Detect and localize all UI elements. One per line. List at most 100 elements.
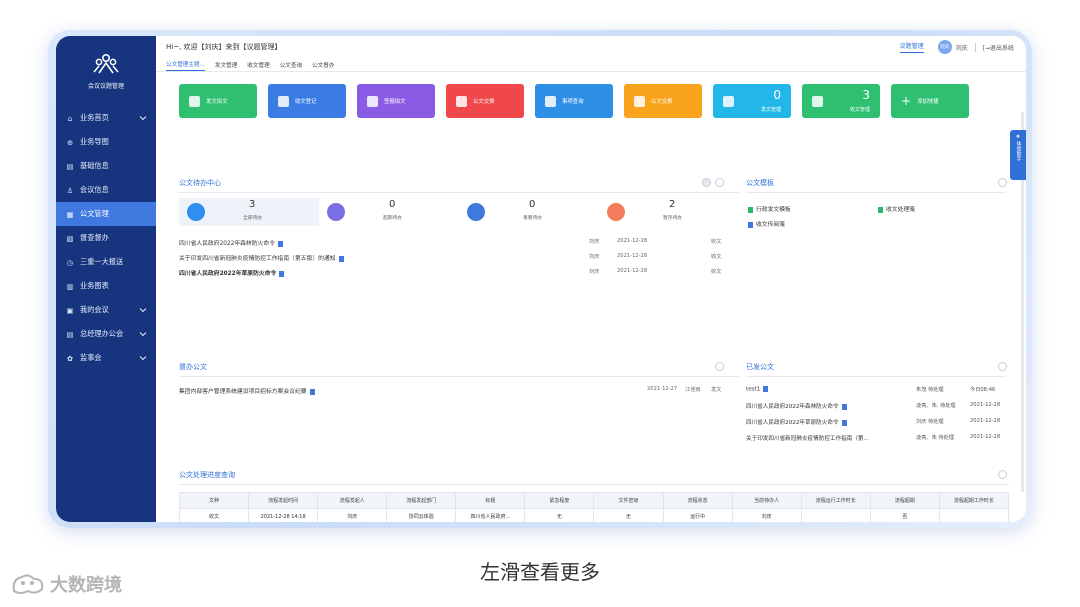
pending-stat[interactable]: 2 暂存待办	[599, 198, 739, 226]
more-icon[interactable]	[715, 362, 724, 371]
tab[interactable]: 公文督办	[312, 61, 334, 71]
stat-count: 3	[249, 199, 256, 210]
sidebar-item[interactable]: ♙ 会议信息	[56, 178, 156, 202]
avatar[interactable]: 刘庆	[937, 40, 952, 54]
doc-title-text: 关于印发四川省新冠肺炎疫情防控工作指南（第...	[746, 436, 869, 442]
doc-icon	[748, 206, 753, 213]
quick-action-button[interactable]: 事项查询	[535, 84, 613, 118]
sidebar-item[interactable]: ▤ 总经理办公会	[56, 322, 156, 346]
table-cell: 2021-12-28 14:18	[248, 508, 319, 522]
sidebar-item[interactable]: ▦ 公文管理	[56, 202, 156, 226]
watermark-text: 大数跨境	[50, 575, 122, 596]
list-item[interactable]: test1 朱茂 待处理 今日08:46	[746, 386, 1002, 396]
doc-date: 2021-12-28	[617, 253, 648, 259]
assistant-tab[interactable]: ❖ 体验助手	[1010, 130, 1026, 180]
sidebar-item-label: 总经理办公会	[80, 329, 124, 338]
sidebar-item[interactable]: ⊕ 业务导图	[56, 130, 156, 154]
doc-user: 刘庆	[589, 269, 600, 275]
pending-stat[interactable]: 0 重要待办	[459, 198, 599, 226]
list-item[interactable]: 集团内部客户管理系统建设项目招标方案会议纪要 2021-12-27 江佳雨 发文	[179, 386, 739, 396]
map-icon: ⊕	[66, 137, 74, 147]
chevron-down-icon	[139, 354, 147, 362]
supervise-icon: ▧	[66, 233, 74, 243]
list-item[interactable]: 四川省人民政府2022年森林防火命令 刘庆 2021-12-28 收文	[179, 238, 739, 248]
template-item[interactable]: 收文处理笺	[878, 204, 915, 213]
main-content: 发文拟文 收文登记 签报拟文 公文交换 事项查询 公文交换 0 发文管理 3 收文管理 + 添加快捷 …	[156, 72, 1026, 522]
logout-button[interactable]: [→退出系统	[983, 43, 1014, 52]
column-header[interactable]: 流程运行工作时长	[800, 492, 871, 509]
more-icon[interactable]	[715, 178, 724, 187]
doc-type: 发文	[711, 387, 722, 393]
quick-action-count: 0	[773, 88, 781, 102]
sidebar-item-label: 基础信息	[80, 161, 109, 170]
sidebar-item[interactable]: ✿ 监事会	[56, 346, 156, 370]
quick-action-button[interactable]: 3 收文管理	[802, 84, 880, 118]
tab[interactable]: 公文管理主题...	[166, 60, 205, 71]
more-icon[interactable]	[998, 470, 1007, 479]
quick-action-button[interactable]: 发文拟文	[179, 84, 257, 118]
table-cell: 收文	[178, 508, 250, 522]
more-icon[interactable]	[998, 178, 1007, 187]
table-row[interactable]: 收文 2021-12-28 14:18 刘庆 协同云体验 四川省人民政府... 无无运行中…	[178, 508, 1010, 522]
sidebar-item[interactable]: ▧ 督查督办	[56, 226, 156, 250]
tab[interactable]: 公文查询	[280, 61, 302, 71]
quick-action-button[interactable]: + 添加快捷	[891, 84, 969, 118]
template-item[interactable]: 行政发文模板	[748, 204, 791, 213]
doc-type: 收文	[711, 239, 722, 245]
table-cell: 无	[593, 508, 664, 522]
column-header[interactable]: 标题	[455, 492, 526, 509]
tab[interactable]: 发文管理	[215, 61, 237, 71]
sidebar-item[interactable]: ▥ 业务图表	[56, 274, 156, 298]
quick-action-button[interactable]: 收文登记	[268, 84, 346, 118]
tab[interactable]: 收文管理	[247, 61, 269, 71]
doc-date: 2021-12-28	[617, 238, 648, 244]
doc-user: 刘庆	[589, 239, 600, 245]
logo-people-icon	[93, 53, 119, 73]
column-header[interactable]: 流程发起部门	[386, 492, 457, 509]
topic-management-link[interactable]: 议题管理	[899, 41, 924, 53]
column-header[interactable]: 当前待办人	[731, 492, 802, 509]
attachment-icon	[338, 255, 344, 262]
doc-icon	[748, 221, 753, 228]
column-header[interactable]: 流程发起人	[317, 492, 388, 509]
column-header[interactable]: 紧急程度	[524, 492, 595, 509]
column-header[interactable]: 流程状态	[662, 492, 733, 509]
column-header[interactable]: 流程超期工作时长	[938, 492, 1010, 509]
more-icon[interactable]	[998, 362, 1007, 371]
logo-text: 会议议题管理	[87, 82, 124, 90]
doc-status: 凌亮、朱 待处理	[916, 435, 954, 441]
stat-icon	[607, 203, 625, 221]
column-header[interactable]: 流程发起时间	[248, 492, 319, 509]
column-header[interactable]: 文件密级	[593, 492, 664, 509]
column-header[interactable]: 文种	[178, 492, 250, 509]
template-item[interactable]: 收文传阅笺	[748, 219, 785, 228]
doc-title: 关于印发四川省新冠肺炎疫情防控工作指南（第...	[746, 434, 869, 442]
pending-stat[interactable]: 3 全部待办	[179, 198, 319, 226]
list-item[interactable]: 四川省人民政府2022年草原防火命令 刘庆 2021-12-28 收文	[179, 268, 739, 278]
list-item[interactable]: 关于印发四川省新冠肺炎疫情防控工作指南（第... 凌亮、朱 待处理 2021-12-…	[746, 434, 1002, 444]
sidebar-item[interactable]: ▣ 我的会议	[56, 298, 156, 322]
column-header[interactable]: 流程超期	[869, 492, 940, 509]
user-name[interactable]: 刘庆	[956, 43, 968, 52]
quick-action-button[interactable]: 公文交换	[446, 84, 524, 118]
progress-title: 公文处理进度查询	[179, 471, 235, 479]
watermark-logo-icon	[12, 574, 44, 594]
list-item[interactable]: 四川省人民政府2022年草原防火命令 刘庆 待处理 2021-12-28	[746, 418, 1002, 428]
divider	[179, 192, 739, 193]
pending-stat[interactable]: 0 超期待办	[319, 198, 459, 226]
quick-action-button[interactable]: 签报拟文	[357, 84, 435, 118]
sidebar-item-label: 公文管理	[80, 209, 109, 218]
sidebar-item[interactable]: ⌂ 业务首页	[56, 106, 156, 130]
sidebar-item[interactable]: ◷ 三重一大报送	[56, 250, 156, 274]
quick-action-count: 3	[862, 88, 870, 102]
chevron-down-icon	[139, 306, 147, 314]
list-item[interactable]: 四川省人民政府2022年森林防火命令 凌亮、朱. 待处理 2021-12-28	[746, 402, 1002, 412]
doc-type: 收文	[711, 254, 722, 260]
quick-action-button[interactable]: 公文交换	[624, 84, 702, 118]
toggle-icon[interactable]	[702, 178, 711, 187]
list-item[interactable]: 关于印发四川省新冠肺炎疫情防控工作指南（第五版）的通知 刘庆 2021-12-28 收…	[179, 253, 739, 263]
sidebar-item-label: 会议信息	[80, 185, 109, 194]
quick-action-button[interactable]: 0 发文管理	[713, 84, 791, 118]
sidebar-item[interactable]: ▤ 基础信息	[56, 154, 156, 178]
doc-icon	[812, 95, 823, 107]
